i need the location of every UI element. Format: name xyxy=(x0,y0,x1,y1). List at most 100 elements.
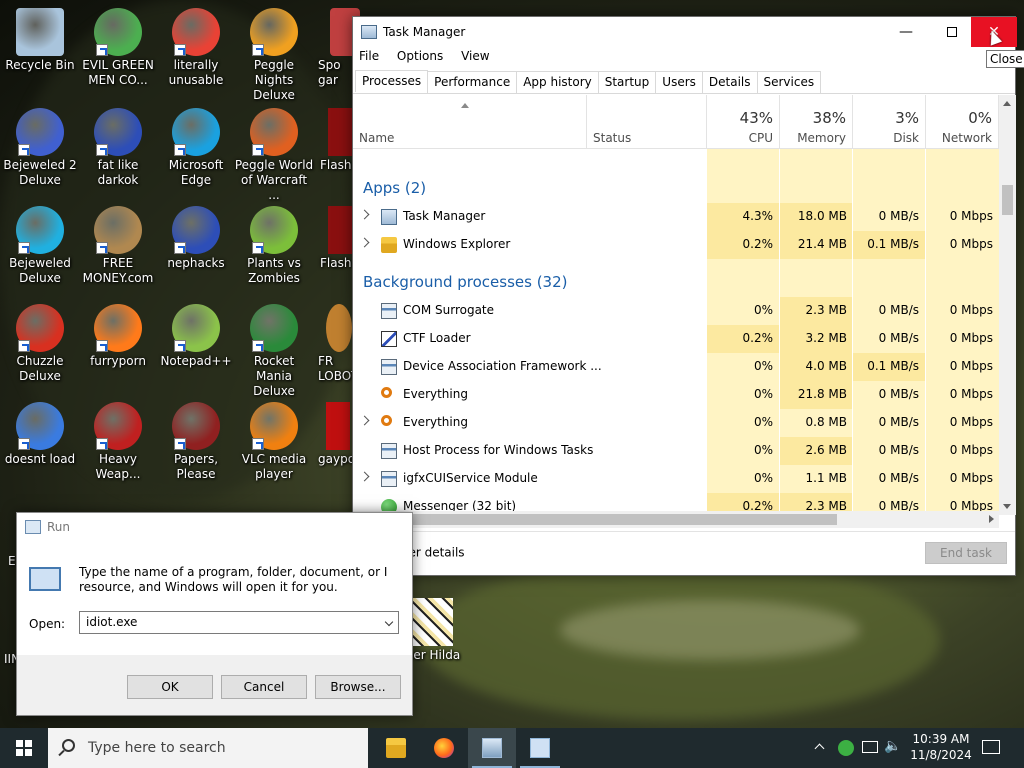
header-disk[interactable]: 3% Disk xyxy=(853,95,926,149)
clock[interactable]: 10:39 AM 11/8/2024 xyxy=(906,731,976,763)
chevron-right-icon[interactable] xyxy=(359,209,370,220)
notification-icon[interactable] xyxy=(982,740,1000,754)
chevron-right-icon[interactable] xyxy=(359,237,370,248)
desktop-icon[interactable]: Papers, Please xyxy=(156,402,236,482)
hscroll-thumb[interactable] xyxy=(371,514,837,525)
desktop-icon-partial[interactable]: Flash xyxy=(320,206,356,271)
desktop-icon-partial[interactable]: FR LOBOT xyxy=(318,304,359,384)
open-input[interactable]: idiot.exe xyxy=(79,611,399,634)
desktop-icon[interactable]: Rocket Mania Deluxe xyxy=(234,304,314,399)
vertical-scrollbar[interactable] xyxy=(999,95,1016,515)
cancel-button[interactable]: Cancel xyxy=(221,675,307,699)
process-cpu: 0% xyxy=(753,415,773,429)
process-name: Host Process for Windows Tasks xyxy=(403,443,594,457)
header-network[interactable]: 0% Network xyxy=(926,95,999,149)
tab-performance[interactable]: Performance xyxy=(427,71,518,93)
chevron-right-icon[interactable] xyxy=(359,471,370,482)
browse-button[interactable]: Browse... xyxy=(315,675,401,699)
process-row[interactable]: CTF Loader 0.2% 3.2 MB 0 MB/s 0 Mbps xyxy=(353,325,999,353)
desktop-icon[interactable]: Plants vs Zombies xyxy=(234,206,314,286)
desktop-icon[interactable]: literally unusable xyxy=(156,8,236,88)
process-row[interactable]: igfxCUIService Module 0% 1.1 MB 0 MB/s 0 Mbp… xyxy=(353,465,999,493)
scroll-down-icon[interactable] xyxy=(1003,504,1011,509)
desktop-icon-label: VLC media player xyxy=(241,452,307,481)
desktop-icon[interactable]: Bejeweled Deluxe xyxy=(0,206,80,286)
process-row[interactable]: Windows Explorer 0.2% 21.4 MB 0.1 MB/s 0 Mbp… xyxy=(353,231,999,259)
header-memory[interactable]: 38% Memory xyxy=(780,95,853,149)
task-manager-icon xyxy=(482,738,502,758)
menu-file[interactable]: File xyxy=(359,49,379,63)
section-background[interactable]: Background processes (32) xyxy=(363,273,568,291)
search-icon xyxy=(62,739,75,752)
process-row[interactable]: Everything 0% 21.8 MB 0 MB/s 0 Mbps xyxy=(353,381,999,409)
clock-time: 10:39 AM xyxy=(912,732,970,746)
desktop-icon[interactable]: Heavy Weap... xyxy=(78,402,158,482)
desktop-icon[interactable]: nephacks xyxy=(156,206,236,271)
shortcut-arrow-icon xyxy=(96,438,108,450)
run-title-bar[interactable]: Run xyxy=(17,513,412,541)
chevron-up-icon[interactable] xyxy=(814,742,826,754)
desktop-icon-partial[interactable]: Flash xyxy=(320,108,356,173)
messenger-tray-icon[interactable] xyxy=(838,740,854,756)
desktop-icon[interactable]: VLC media player xyxy=(234,402,314,482)
desktop-icon[interactable]: Notepad++ xyxy=(156,304,236,369)
desktop-icon[interactable]: Chuzzle Deluxe xyxy=(0,304,80,384)
title-bar[interactable]: Task Manager — ✕ xyxy=(353,17,1017,47)
desktop-icon[interactable]: Peggle Nights Deluxe xyxy=(234,8,314,103)
volume-icon[interactable]: 🔈 xyxy=(884,738,901,768)
tab-app-history[interactable]: App history xyxy=(516,71,599,93)
process-row[interactable]: Host Process for Windows Tasks 0% 2.6 MB 0 … xyxy=(353,437,999,465)
process-row[interactable]: Everything 0% 0.8 MB 0 MB/s 0 Mbps xyxy=(353,409,999,437)
header-name[interactable]: Name xyxy=(353,95,587,149)
search-box[interactable]: Type here to search xyxy=(48,728,368,768)
process-row[interactable]: Task Manager 4.3% 18.0 MB 0 MB/s 0 Mbps xyxy=(353,203,999,231)
desktop-icon[interactable]: Recycle Bin xyxy=(0,8,80,73)
process-row[interactable]: COM Surrogate 0% 2.3 MB 0 MB/s 0 Mbps xyxy=(353,297,999,325)
minimize-button[interactable]: — xyxy=(883,17,929,47)
maximize-button[interactable] xyxy=(929,17,975,47)
service-icon xyxy=(381,359,397,375)
desktop-icon[interactable]: furryporn xyxy=(78,304,158,369)
tab-details[interactable]: Details xyxy=(701,71,758,93)
taskbar-file-explorer[interactable] xyxy=(372,728,420,768)
section-apps[interactable]: Apps (2) xyxy=(363,179,426,197)
desktop-icon-partial[interactable]: gaypo xyxy=(318,402,355,467)
scroll-right-icon[interactable] xyxy=(989,515,994,523)
menu-options[interactable]: Options xyxy=(397,49,443,63)
app-icon xyxy=(172,8,220,56)
end-task-button[interactable]: End task xyxy=(925,542,1007,564)
desktop-icon[interactable]: doesnt load xyxy=(0,402,80,467)
desktop-icon[interactable]: Microsoft Edge xyxy=(156,108,236,188)
desktop-icon[interactable]: Peggle World of Warcraft ... xyxy=(234,108,314,203)
desktop-icon[interactable]: Bejeweled 2 Deluxe xyxy=(0,108,80,188)
header-status[interactable]: Status xyxy=(587,95,707,149)
desktop-icon[interactable]: fat like darkok xyxy=(78,108,158,188)
menu-view[interactable]: View xyxy=(461,49,489,63)
scroll-thumb[interactable] xyxy=(1002,185,1013,215)
taskbar-task-manager[interactable] xyxy=(468,728,516,768)
process-disk: 0 MB/s xyxy=(878,415,919,429)
desktop-icon[interactable]: FREE MONEY.com xyxy=(78,206,158,286)
desktop-icon-letter: E xyxy=(8,554,16,568)
desktop-icon-label: EVIL GREEN MEN CO... xyxy=(82,58,154,87)
taskbar-firefox[interactable] xyxy=(420,728,468,768)
chevron-right-icon[interactable] xyxy=(359,415,370,426)
tab-strip: Processes Performance App history Startu… xyxy=(355,70,822,93)
tab-users[interactable]: Users xyxy=(655,71,703,93)
tab-services[interactable]: Services xyxy=(756,71,822,93)
tab-processes[interactable]: Processes xyxy=(355,70,429,92)
tab-startup[interactable]: Startup xyxy=(597,71,657,93)
desktop-icon-label: furryporn xyxy=(90,354,146,368)
start-button[interactable] xyxy=(0,728,48,768)
header-cpu[interactable]: 43% CPU xyxy=(707,95,780,149)
shortcut-arrow-icon xyxy=(18,438,30,450)
ok-button[interactable]: OK xyxy=(127,675,213,699)
chevron-down-icon[interactable] xyxy=(384,617,394,627)
taskbar-run[interactable] xyxy=(516,728,564,768)
network-icon[interactable] xyxy=(862,741,878,753)
process-row[interactable]: Device Association Framework ... 0% 4.0 MB… xyxy=(353,353,999,381)
scroll-up-icon[interactable] xyxy=(1003,101,1011,106)
process-memory: 21.8 MB xyxy=(797,387,847,401)
desktop-icon[interactable]: EVIL GREEN MEN CO... xyxy=(78,8,158,88)
horizontal-scrollbar[interactable] xyxy=(353,511,999,528)
